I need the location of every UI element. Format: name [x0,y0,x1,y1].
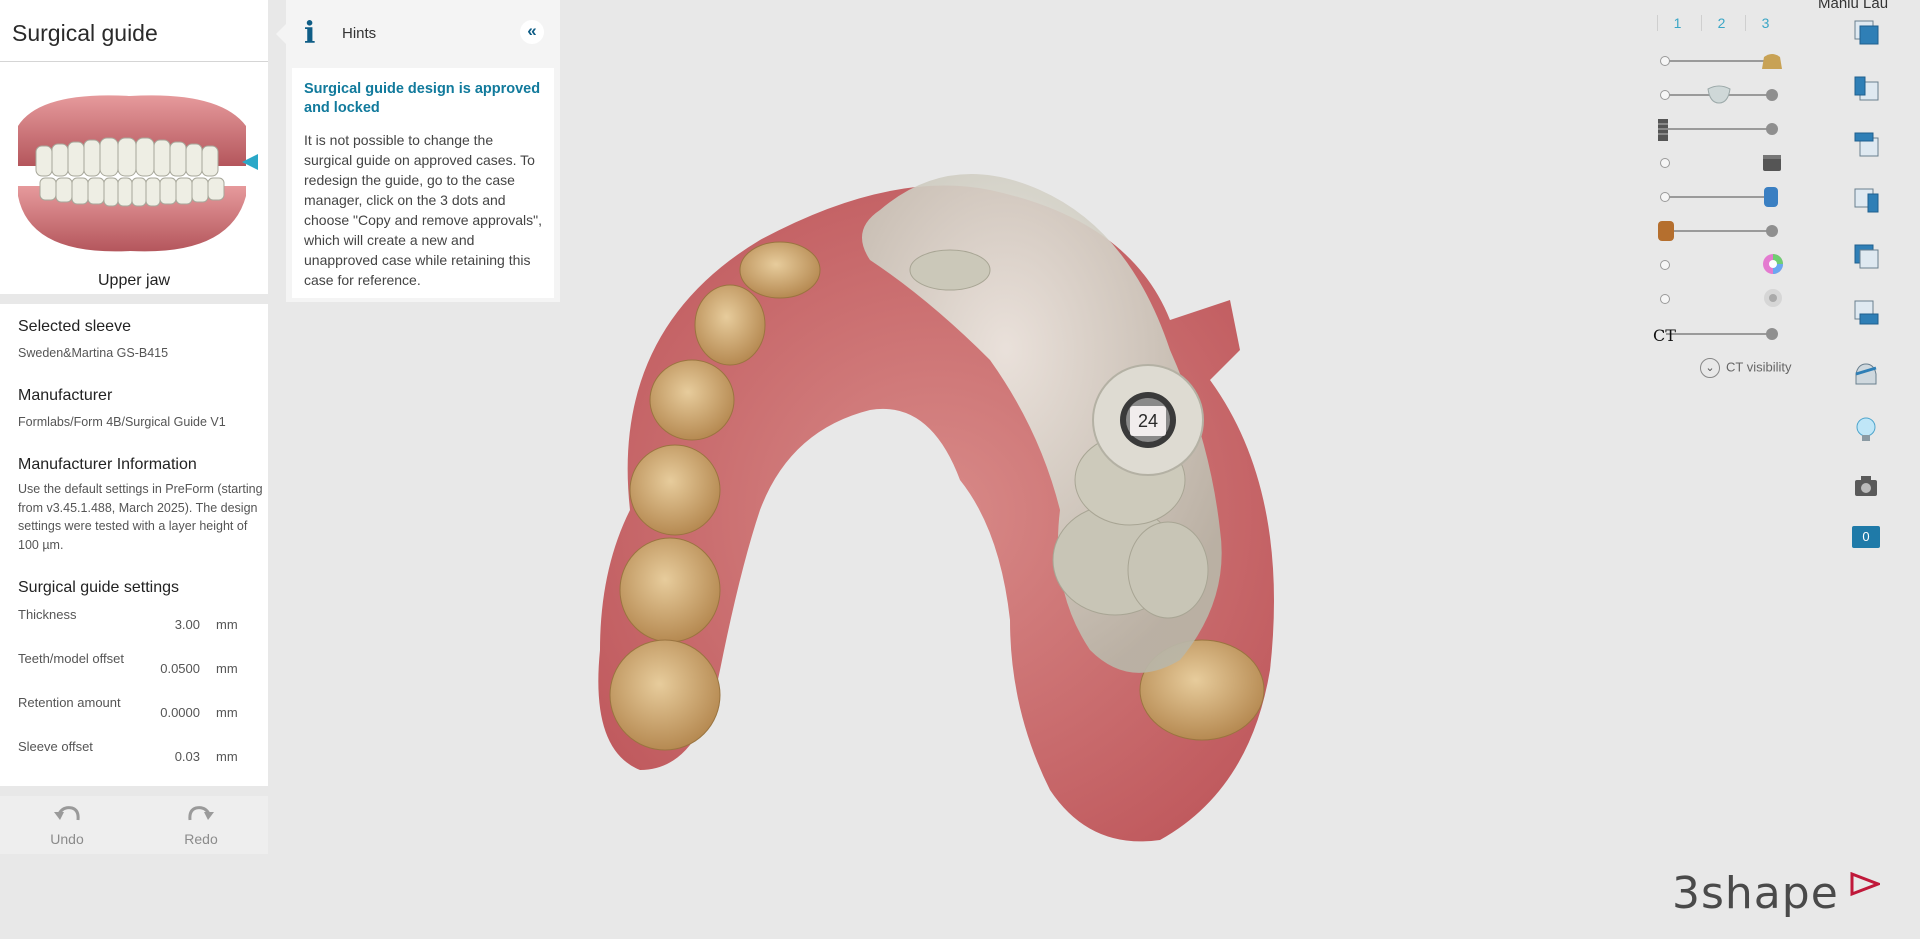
slider-ct[interactable] [1660,324,1780,344]
collapse-hints-button[interactable]: « [520,20,544,44]
undo-label: Undo [50,831,84,847]
ct-visibility-label: CT visibility [1726,359,1792,375]
clipping-icon [1855,363,1877,385]
settings-heading: Surgical guide settings [18,579,179,596]
undo-button[interactable]: Undo [0,796,134,854]
undo-redo-bar: Undo Redo [0,796,268,854]
view-bottom-button[interactable] [1844,290,1888,334]
view-back-button[interactable] [1844,234,1888,278]
implant-icon [1658,119,1668,141]
ct-visibility-toggle[interactable]: ⌄ CT visibility [1700,358,1792,378]
redo-button[interactable]: Redo [134,796,268,854]
setting-unit-sleeve-offset: mm [216,749,238,764]
slider-tooth-model[interactable] [1660,85,1780,105]
ct-label: CT [1653,326,1676,345]
view-top-icon [1854,132,1879,157]
tab-3[interactable]: 3 [1745,15,1785,31]
redo-icon [188,806,214,821]
setting-unit-teeth-offset: mm [216,661,238,676]
manufacturer-info-heading: Manufacturer Information [18,456,197,473]
view-back-icon [1854,244,1879,269]
jaw-thumbnail[interactable] [10,86,250,266]
view-front-icon [1854,20,1879,45]
hints-title: Hints [342,25,377,42]
3d-viewport[interactable] [570,150,1370,850]
setting-value-teeth-offset: 0.0500 [160,661,200,676]
snapshot-button[interactable] [1844,464,1888,508]
hint-message-title: Surgical guide design is approved and lo… [304,81,541,116]
color-wheel-icon [1763,254,1783,274]
slider-implant[interactable] [1658,119,1780,141]
hints-panel: i Hints « Surgical guide design is appro… [286,0,560,302]
tab-1[interactable]: 1 [1657,15,1697,31]
slider-color-texture[interactable] [1660,254,1783,275]
tab-2[interactable]: 2 [1701,15,1741,31]
panel-header: Surgical guide [0,0,268,62]
view-left-icon [1854,76,1879,101]
setting-unit-thickness: mm [216,617,238,632]
slider-crown-model[interactable] [1660,51,1782,71]
manufacturer-value: Formlabs/Form 4B/Surgical Guide V1 [18,415,226,429]
guide-info-panel: Selected sleeve Sweden&Martina GS-B415 M… [0,304,268,786]
selected-sleeve-heading: Selected sleeve [18,318,131,335]
jaw-label: Upper jaw [97,272,171,289]
selected-sleeve-value: Sweden&Martina GS-B415 [18,346,169,360]
scan-visibility-icon [1764,289,1782,307]
setting-label-thickness: Thickness [18,607,77,622]
light-button[interactable] [1844,408,1888,452]
tooth-number-label[interactable]: 24 [1130,406,1166,436]
clipping-button[interactable] [1844,352,1888,396]
hint-message-text: It is not possible to change the surgica… [304,132,542,288]
camera-icon [1855,476,1877,496]
page-title: Surgical guide [12,20,158,46]
slider-scan-visibility[interactable] [1660,289,1782,309]
setting-label-teeth-offset: Teeth/model offset [18,651,124,666]
setting-value-thickness: 3.00 [174,617,200,632]
chevron-down-icon: ⌄ [1700,358,1720,378]
tooth-model-icon [1707,85,1731,104]
comments-button[interactable]: 0 [1844,518,1888,562]
brand-mark-icon [1850,872,1880,897]
view-front-button[interactable] [1844,10,1888,54]
setting-label-sleeve-offset: Sleeve offset [18,739,93,754]
hints-notch [276,24,286,44]
crown-model-icon [1762,54,1782,69]
selected-jaw-indicator [242,154,258,170]
info-icon: i [304,16,316,51]
sleeve-icon [1763,155,1781,171]
view-bottom-icon [1854,300,1879,325]
hint-message: Surgical guide design is approved and lo… [292,68,554,298]
comments-icon: 0 [1852,526,1880,548]
brand-logo: 3shape [1672,868,1839,919]
view-top-button[interactable] [1844,122,1888,166]
setting-unit-retention: mm [216,705,238,720]
model-base-icon [1658,221,1674,241]
slider-sleeve[interactable] [1660,153,1781,173]
manufacturer-info-text: Use the default settings in PreForm (sta… [18,482,263,552]
setting-value-sleeve-offset: 0.03 [174,749,200,764]
visibility-tabs: 1 2 3 [1657,15,1773,35]
redo-label: Redo [184,831,218,847]
slider-guide-cylinder[interactable] [1660,187,1780,207]
slider-model-base[interactable] [1658,221,1780,241]
view-right-button[interactable] [1844,178,1888,222]
setting-value-retention: 0.0000 [160,705,200,720]
setting-label-retention: Retention amount [18,695,121,710]
jaw-selector[interactable]: Upper jaw [0,62,268,294]
undo-icon [54,806,80,821]
view-left-button[interactable] [1844,66,1888,110]
manufacturer-heading: Manufacturer [18,387,113,404]
guide-cylinder-icon [1764,187,1778,207]
view-right-icon [1854,188,1879,213]
light-icon [1856,417,1876,441]
